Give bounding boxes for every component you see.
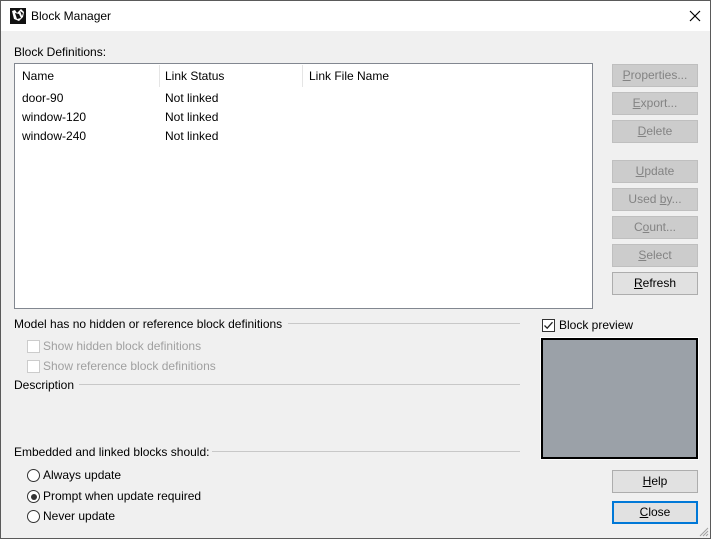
column-header-name[interactable]: Name: [22, 69, 54, 83]
used-by-button[interactable]: Used by...: [612, 188, 698, 211]
count-label-post: unt...: [649, 220, 677, 234]
used-by-label-post: y...: [666, 192, 682, 206]
refresh-button[interactable]: Refresh: [612, 272, 698, 295]
resize-grip-icon[interactable]: [697, 525, 709, 537]
row-name: window-240: [22, 129, 87, 143]
description-text: [14, 397, 520, 443]
update-label-post: pdate: [644, 164, 675, 178]
help-button[interactable]: Help: [612, 470, 698, 493]
block-preview-checkbox[interactable]: [542, 319, 555, 332]
select-button[interactable]: Select: [612, 244, 698, 267]
show-reference-label: Show reference block definitions: [43, 359, 216, 373]
group-divider: [212, 451, 520, 452]
update-button[interactable]: Update: [612, 160, 698, 183]
hidden-definitions-group-label: Model has no hidden or reference block d…: [14, 317, 283, 331]
column-separator[interactable]: [159, 65, 160, 87]
prompt-update-radio[interactable]: [27, 490, 40, 503]
never-update-radio[interactable]: [27, 510, 40, 523]
always-update-label: Always update: [43, 468, 122, 482]
block-definitions-list[interactable]: Name Link Status Link File Name door-90 …: [14, 63, 593, 309]
export-label-post: xport...: [640, 96, 678, 110]
show-hidden-checkbox[interactable]: [27, 340, 40, 353]
update-policy-label: Embedded and linked blocks should:: [14, 445, 210, 459]
row-link-status: Not linked: [165, 91, 219, 105]
checkmark-icon: [544, 321, 553, 330]
column-header-link-file-name[interactable]: Link File Name: [309, 69, 389, 83]
show-hidden-label: Show hidden block definitions: [43, 339, 202, 353]
properties-label-post: roperties...: [630, 68, 688, 82]
delete-label-post: elete: [646, 124, 673, 138]
radio-selected-dot: [30, 493, 37, 500]
column-header-link-status[interactable]: Link Status: [165, 69, 224, 83]
group-divider: [79, 384, 520, 385]
close-button[interactable]: Close: [612, 501, 698, 524]
used-by-label-pre: Used: [628, 192, 660, 206]
block-preview-pane: [540, 337, 699, 460]
show-reference-checkbox[interactable]: [27, 360, 40, 373]
update-access-key: U: [635, 164, 645, 178]
select-label-post: elect: [646, 248, 672, 262]
row-name: window-120: [22, 110, 87, 124]
group-divider: [288, 323, 520, 324]
title-bar[interactable]: Block Manager: [1, 1, 710, 31]
refresh-access-key: R: [633, 276, 643, 290]
close-icon[interactable]: [686, 7, 704, 25]
export-access-key: E: [632, 96, 641, 110]
prompt-update-label: Prompt when update required: [43, 489, 202, 503]
never-update-label: Never update: [43, 509, 116, 523]
description-label: Description: [14, 378, 75, 392]
block-preview-label: Block preview: [559, 318, 634, 332]
row-name: door-90: [22, 91, 64, 105]
count-label-pre: C: [633, 220, 643, 234]
block-definitions-label: Block Definitions:: [14, 45, 107, 59]
properties-button[interactable]: Properties...: [612, 64, 698, 87]
rhino-icon: [10, 8, 26, 24]
row-link-status: Not linked: [165, 129, 219, 143]
window-title: Block Manager: [31, 9, 112, 23]
properties-access-key: P: [622, 68, 631, 82]
close-label-post: lose: [648, 505, 671, 519]
delete-access-key: D: [637, 124, 647, 138]
export-button[interactable]: Export...: [612, 92, 698, 115]
help-label-post: elp: [651, 474, 668, 488]
refresh-label-post: efresh: [642, 276, 677, 290]
always-update-radio[interactable]: [27, 469, 40, 482]
count-button[interactable]: Count...: [612, 216, 698, 239]
delete-button[interactable]: Delete: [612, 120, 698, 143]
block-manager-dialog: Block Manager Block Definitions: Name Li…: [0, 0, 711, 539]
row-link-status: Not linked: [165, 110, 219, 124]
column-separator[interactable]: [302, 65, 303, 87]
